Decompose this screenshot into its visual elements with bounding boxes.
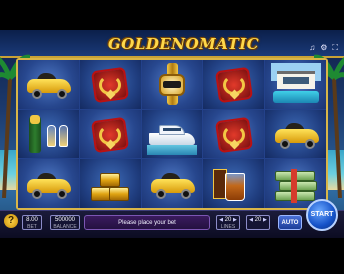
sports-car-symbol bbox=[271, 113, 321, 155]
reel-cell bbox=[79, 159, 141, 208]
game-screen: GOLDENOMATIC ♫ ⚙ ⛶ ? 8.00 BET 500000 BAL… bbox=[0, 0, 344, 274]
start-button[interactable]: START bbox=[306, 199, 338, 231]
right-arrow-icon[interactable]: ▶ bbox=[233, 217, 237, 224]
right-arrow-icon[interactable]: ▶ bbox=[263, 217, 267, 224]
reel-cell bbox=[18, 159, 79, 208]
help-button[interactable]: ? bbox=[4, 214, 18, 228]
bet-display[interactable]: 8.00 BET bbox=[22, 215, 42, 230]
game-logo: GOLDENOMATIC bbox=[108, 35, 260, 53]
left-arrow-icon[interactable]: ◀ bbox=[249, 217, 253, 224]
necklace-symbol bbox=[85, 63, 135, 105]
reel-cell bbox=[79, 60, 141, 109]
reel-cell bbox=[18, 60, 79, 109]
necklace-symbol bbox=[209, 113, 259, 155]
bet-per-line-selector[interactable]: ◀ 20 ▶ bbox=[246, 215, 270, 230]
reel-cell bbox=[141, 159, 203, 208]
reel-cell bbox=[203, 159, 265, 208]
bet-per-line-value: ◀ 20 ▶ bbox=[247, 217, 269, 224]
balance-value: 500000 bbox=[54, 217, 76, 223]
lines-selector[interactable]: ◀ 20 ▶ LINES bbox=[216, 215, 240, 230]
lines-value: ◀ 20 ▶ bbox=[217, 217, 239, 224]
lines-label: LINES bbox=[220, 224, 236, 230]
letterbox-top bbox=[0, 0, 344, 30]
villa-symbol bbox=[270, 63, 321, 105]
reel-cell bbox=[79, 109, 141, 159]
necklace-symbol bbox=[209, 63, 259, 105]
reel-cell bbox=[141, 109, 203, 159]
status-message: Please place your bet bbox=[84, 215, 210, 230]
cash-stack-symbol bbox=[271, 163, 321, 205]
bet-per-line-number: 20 bbox=[254, 217, 262, 223]
auto-button[interactable]: AUTO bbox=[278, 215, 302, 230]
reel-cell bbox=[203, 60, 265, 109]
letterbox-bottom bbox=[0, 238, 344, 274]
reel-cell bbox=[265, 109, 326, 159]
bet-label: BET bbox=[27, 224, 37, 230]
left-arrow-icon[interactable]: ◀ bbox=[219, 217, 223, 224]
necklace-symbol bbox=[85, 113, 135, 155]
gold-bars-symbol bbox=[85, 163, 135, 205]
lines-number: 20 bbox=[224, 217, 232, 223]
yacht-symbol bbox=[146, 113, 197, 155]
reel-cell bbox=[265, 60, 326, 109]
balance-label: BALANCE bbox=[53, 224, 77, 230]
reel-cell bbox=[203, 109, 265, 159]
reel-grid bbox=[18, 60, 326, 208]
reel-cell bbox=[18, 109, 79, 159]
whisky-symbol bbox=[209, 163, 259, 205]
sports-car-symbol bbox=[147, 163, 197, 205]
balance-display: 500000 BALANCE bbox=[50, 215, 80, 230]
champagne-symbol bbox=[23, 113, 73, 155]
sports-car-symbol bbox=[23, 63, 73, 105]
sports-car-symbol bbox=[23, 163, 73, 205]
reel-cell bbox=[141, 60, 203, 109]
watch-symbol bbox=[147, 63, 197, 106]
bet-value: 8.00 bbox=[26, 217, 38, 223]
